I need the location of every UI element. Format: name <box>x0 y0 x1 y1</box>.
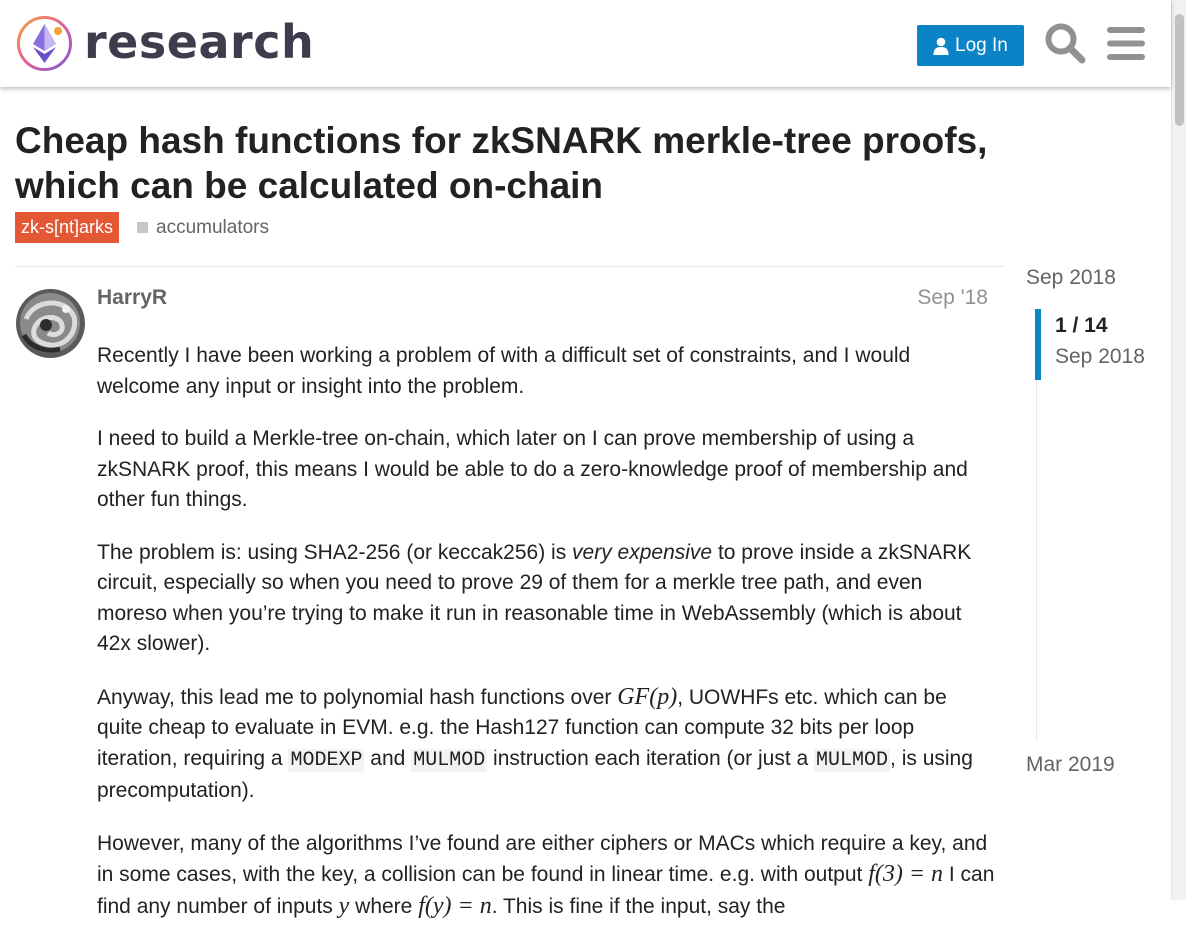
site-logo-text[interactable]: research <box>84 14 314 70</box>
category-badge[interactable]: zk-s[nt]arks <box>15 212 120 243</box>
math-formula: f(3) = n <box>868 861 944 887</box>
post-paragraph: Anyway, this lead me to polynomial hash … <box>97 682 997 807</box>
post-paragraph: Recently I have been working a problem o… <box>97 344 911 398</box>
text-run: where <box>349 894 419 918</box>
tag-square-icon <box>137 222 148 233</box>
user-icon <box>933 37 949 55</box>
avatar[interactable] <box>16 289 85 358</box>
page-scrollbar[interactable] <box>1171 0 1186 900</box>
timeline-current-date: Sep 2018 <box>1055 345 1145 368</box>
timeline-post-position: 1 / 14 <box>1055 314 1108 337</box>
timeline-start-date[interactable]: Sep 2018 <box>1026 266 1116 290</box>
timeline-scroll-handle[interactable] <box>1035 309 1041 380</box>
emphasis-text: very expensive <box>572 540 713 564</box>
scrollbar-thumb[interactable] <box>1175 14 1184 126</box>
inline-code: MULMOD <box>411 748 488 772</box>
topic-tag-label: accumulators <box>156 217 269 238</box>
topic-title[interactable]: Cheap hash functions for zkSNARK merkle-… <box>15 118 1035 208</box>
math-formula: f(y) = n <box>418 892 492 919</box>
topic-tag[interactable]: accumulators <box>137 212 269 243</box>
math-formula: GF(p) <box>617 683 678 710</box>
ethereum-research-logo-icon[interactable] <box>16 15 73 72</box>
text-run: instruction each iteration (or just a <box>487 746 815 770</box>
text-run: Anyway, this lead me to polynomial hash … <box>97 685 618 709</box>
site-header: research Log In <box>0 0 1171 87</box>
text-run: . This is fine if the input, say the <box>491 894 786 918</box>
timeline-end-date[interactable]: Mar 2019 <box>1026 753 1115 777</box>
inline-code: MULMOD <box>814 748 891 772</box>
title-divider <box>15 266 1004 267</box>
math-formula: y <box>338 892 350 919</box>
text-run: and <box>364 746 412 770</box>
avatar-image <box>16 289 85 358</box>
post-paragraph: However, many of the algorithms I’ve fou… <box>97 829 997 923</box>
post-author-name[interactable]: HarryR <box>97 286 167 310</box>
post-paragraph: The problem is: using SHA2-256 (or kecca… <box>97 538 997 660</box>
login-button-label: Log In <box>955 35 1008 56</box>
hamburger-menu-icon[interactable] <box>1107 27 1145 60</box>
post-paragraph: I need to build a Merkle-tree on-chain, … <box>97 427 968 511</box>
post-body: Recently I have been working a problem o… <box>97 341 997 944</box>
search-icon[interactable] <box>1044 22 1086 64</box>
text-run: However, many of the algorithms I’ve fou… <box>97 831 988 887</box>
inline-code: MODEXP <box>288 748 365 772</box>
post-date[interactable]: Sep '18 <box>880 286 988 310</box>
text-run: The problem is: using SHA2-256 (or kecca… <box>97 540 573 564</box>
login-button[interactable]: Log In <box>917 25 1024 66</box>
